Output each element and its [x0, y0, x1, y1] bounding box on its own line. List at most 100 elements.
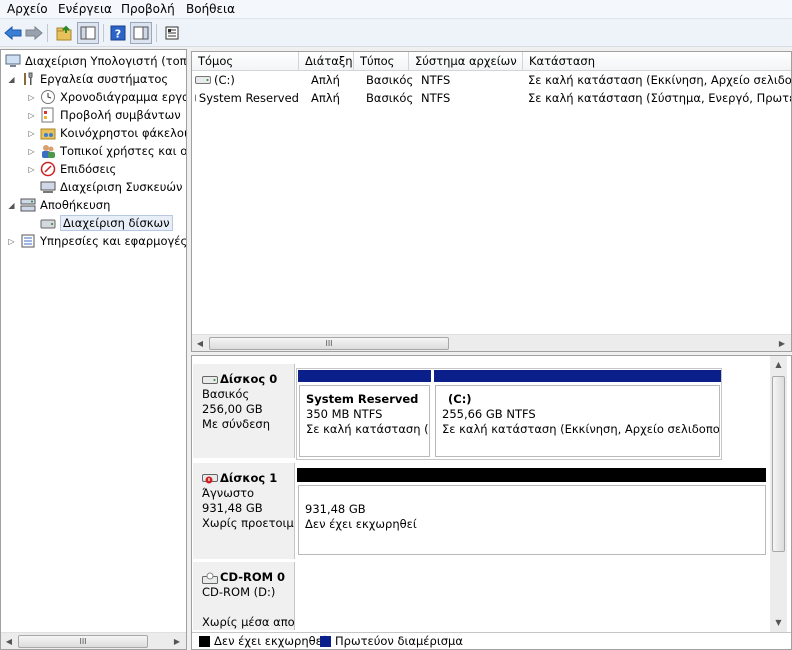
tree-item-storage[interactable]: ◢ Αποθήκευση — [7, 196, 110, 214]
tree-item-performance[interactable]: ▷ Επιδόσεις — [27, 160, 116, 178]
column-header-volume[interactable]: Τόμος — [192, 52, 299, 71]
tree-label: Διαχείριση Υπολογιστή (τοπικός) — [25, 54, 187, 68]
layout-cell: Απλή — [311, 91, 340, 105]
disk1-title: Δίσκος 1 — [202, 471, 294, 486]
show-hide-tree-button[interactable] — [77, 22, 99, 44]
partition-size: 350 MB NTFS — [306, 407, 383, 421]
disk1-label[interactable]: Δίσκος 1 Άγνωστο 931,48 GB Χωρίς προετοι… — [193, 463, 295, 559]
expand-arrow-icon[interactable]: ▷ — [7, 237, 16, 246]
scroll-left-icon[interactable]: ◀ — [1, 633, 17, 649]
show-action-pane-button[interactable] — [130, 22, 152, 44]
scroll-down-icon[interactable]: ▼ — [770, 614, 787, 631]
tree-item-computer-management[interactable]: Διαχείριση Υπολογιστή (τοπικός) — [5, 52, 187, 70]
unallocated-space[interactable]: 931,48 GB Δεν έχει εκχωρηθεί — [298, 485, 766, 555]
drive-icon — [195, 76, 211, 84]
computer-management-icon — [5, 53, 21, 69]
properties-icon — [165, 26, 179, 40]
volume-cell[interactable]: System Reserved — [195, 89, 299, 107]
disk1-partitions: 931,48 GB Δεν έχει εκχωρηθεί — [296, 467, 768, 559]
tree-item-event-viewer[interactable]: ▷ Προβολή συμβάντων — [27, 106, 181, 124]
svg-text:?: ? — [115, 28, 121, 41]
help-icon: ? — [110, 25, 126, 41]
tree-item-shared-folders[interactable]: ▷ Κοινόχρηστοι φάκελοι — [27, 124, 186, 142]
tree-item-device-manager[interactable]: Διαχείριση Συσκευών — [40, 178, 182, 196]
column-header-filesystem[interactable]: Σύστημα αρχείων — [409, 52, 523, 71]
legend-unallocated: Δεν έχει εκχωρηθεί — [199, 634, 326, 648]
cdrom-name: CD-ROM 0 — [220, 570, 286, 584]
partition-status: Δεν έχει εκχωρηθεί — [305, 517, 417, 531]
disk-error-icon — [202, 473, 218, 483]
column-header-layout[interactable]: Διάταξη — [299, 52, 354, 71]
menu-view[interactable]: Προβολή — [121, 2, 175, 16]
volume-name: System Reserved — [198, 91, 299, 105]
tree-label: Προβολή συμβάντων — [60, 108, 181, 122]
volume-list: Τόμος Διάταξη Τύπος Σύστημα αρχείων Κατά… — [191, 51, 792, 352]
up-level-button[interactable] — [53, 22, 75, 44]
column-header-status[interactable]: Κατάσταση — [523, 52, 791, 71]
legend-swatch — [199, 635, 210, 647]
collapse-arrow-icon[interactable]: ◢ — [7, 75, 16, 84]
expand-arrow-icon[interactable]: ▷ — [27, 129, 36, 138]
tree-label: Χρονοδιάγραμμα εργασιών — [60, 90, 187, 104]
legend-label: Δεν έχει εκχωρηθεί — [214, 634, 326, 648]
users-icon — [40, 143, 56, 159]
partition-bar-primary — [298, 370, 431, 382]
disk0-size: 256,00 GB — [202, 402, 263, 416]
tree-item-local-users[interactable]: ▷ Τοπικοί χρήστες και ομάδες — [27, 142, 186, 160]
expand-arrow-icon[interactable]: ▷ — [27, 147, 36, 156]
menu-help[interactable]: Βοήθεια — [186, 2, 235, 16]
expand-arrow-icon[interactable]: ▷ — [27, 165, 36, 174]
tree-label: Διαχείριση Συσκευών — [60, 180, 183, 194]
type-cell: Βασικός — [366, 91, 414, 105]
tree-item-task-scheduler[interactable]: ▷ Χρονοδιάγραμμα εργασιών — [27, 88, 187, 106]
forward-arrow-icon — [25, 26, 43, 40]
layout-cell: Απλή — [311, 73, 340, 87]
disk-view-vertical-scrollbar[interactable]: ▲ ▼ — [770, 356, 787, 632]
performance-icon — [40, 161, 56, 177]
toolbar: ? — [0, 19, 792, 47]
volume-cell: (C:) — [195, 71, 299, 89]
expand-arrow-icon[interactable]: ▷ — [27, 93, 36, 102]
tree-label: Υπηρεσίες και εφαρμογές — [40, 234, 187, 248]
partition-bar-unallocated — [297, 468, 766, 482]
menu-file[interactable]: Αρχείο — [7, 2, 48, 16]
scroll-thumb[interactable] — [772, 376, 785, 552]
help-button[interactable]: ? — [107, 22, 129, 44]
tree-item-disk-management[interactable]: Διαχείριση δίσκων — [40, 214, 173, 232]
cdrom-icon — [202, 572, 218, 584]
cdrom-state: Χωρίς μέσα αποθήκευσης — [202, 615, 294, 629]
menu-action[interactable]: Ενέργεια — [58, 2, 112, 16]
toolbar-separator — [103, 24, 104, 42]
column-header-type[interactable]: Τύπος — [354, 52, 409, 71]
partition-system-reserved[interactable]: System Reserved 350 MB NTFS Σε καλή κατά… — [299, 385, 430, 457]
partition-status: Σε καλή κατάσταση (Σύστημα, Ενεργό) — [306, 422, 429, 436]
tree-item-services[interactable]: ▷ Υπηρεσίες και εφαρμογές — [7, 232, 187, 250]
folder-up-icon — [56, 25, 72, 41]
partition-c[interactable]: (C:) 255,66 GB NTFS Σε καλή κατάσταση (Ε… — [435, 385, 720, 457]
drive-icon — [195, 94, 196, 102]
scroll-thumb[interactable]: III — [18, 635, 148, 648]
tree-item-system-tools[interactable]: ◢ Εργαλεία συστήματος — [7, 70, 168, 88]
filesystem-cell: NTFS — [421, 91, 451, 105]
scroll-right-icon[interactable]: ▶ — [774, 335, 790, 351]
scroll-left-icon[interactable]: ◀ — [192, 335, 208, 351]
forward-button[interactable] — [23, 22, 45, 44]
collapse-arrow-icon[interactable]: ◢ — [7, 201, 16, 210]
disk-icon — [202, 375, 218, 384]
scroll-thumb[interactable]: III — [209, 337, 449, 350]
cdrom-label[interactable]: CD-ROM 0 CD-ROM (D:) Χωρίς μέσα αποθήκευ… — [193, 562, 295, 630]
tree-horizontal-scrollbar[interactable]: ◀ III ▶ — [1, 632, 186, 649]
disk0-label[interactable]: Δίσκος 0 Βασικός 256,00 GB Με σύνδεση — [193, 364, 295, 458]
disk1-type: Άγνωστο — [202, 486, 255, 500]
device-manager-icon — [40, 179, 56, 195]
scroll-up-icon[interactable]: ▲ — [770, 356, 787, 373]
expand-arrow-icon[interactable]: ▷ — [27, 111, 36, 120]
list-horizontal-scrollbar[interactable]: ◀ III ▶ — [192, 334, 791, 351]
back-button[interactable] — [2, 22, 24, 44]
tree-label: Επιδόσεις — [60, 162, 117, 176]
partition-status: Σε καλή κατάσταση (Εκκίνηση, Αρχείο σελι… — [442, 422, 720, 436]
properties-button[interactable] — [161, 22, 183, 44]
tree-label: Αποθήκευση — [40, 198, 111, 212]
status-cell: Σε καλή κατάσταση (Εκκίνηση, Αρχείο σελι… — [528, 73, 791, 87]
scroll-right-icon[interactable]: ▶ — [169, 633, 185, 649]
